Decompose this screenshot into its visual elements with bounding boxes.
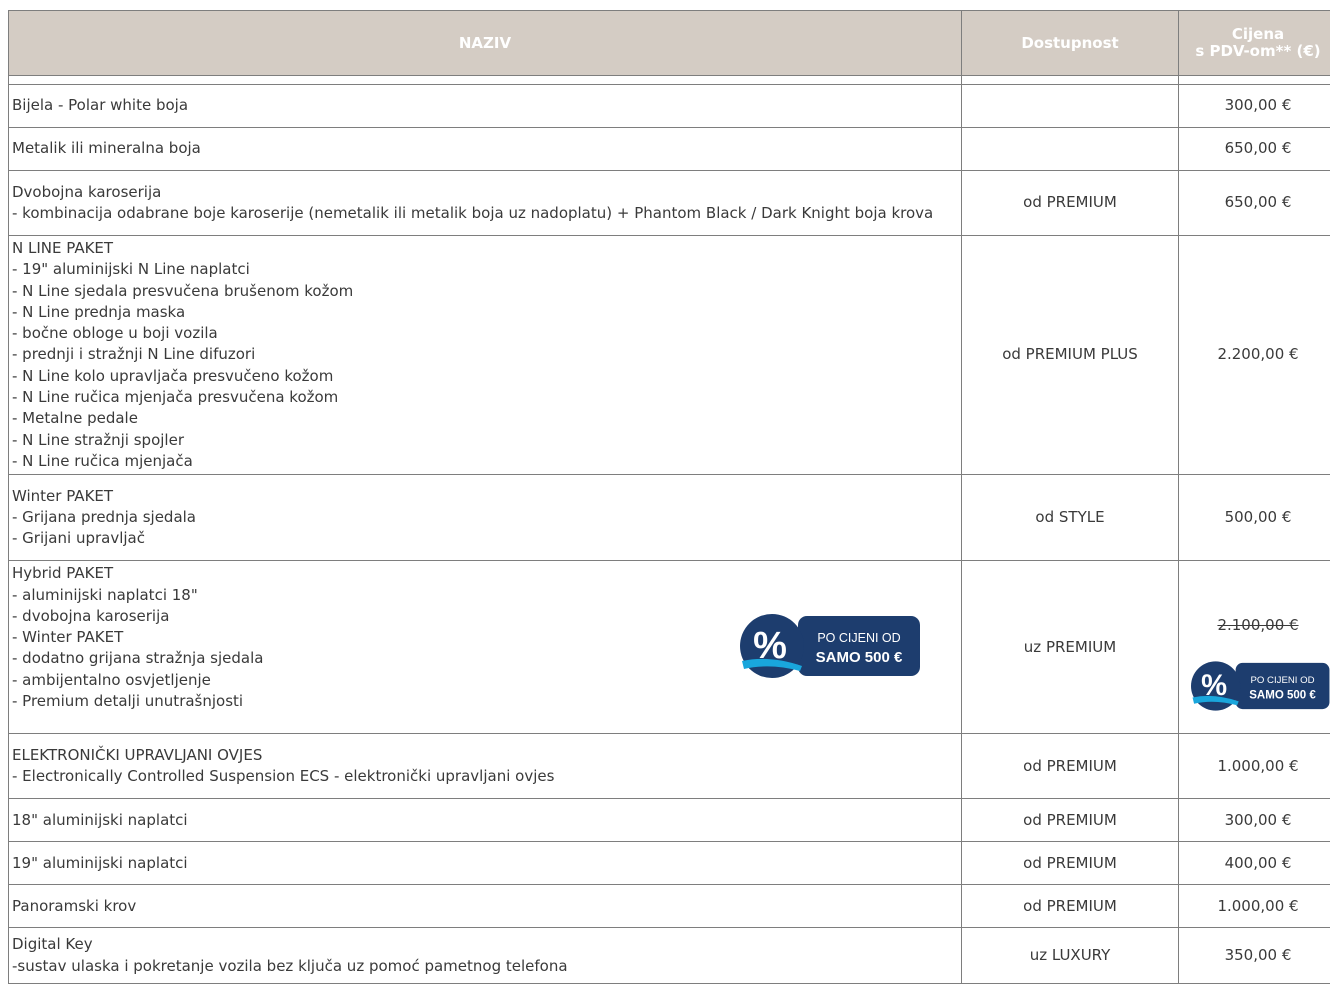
item-name-cell: Hybrid PAKET - aluminijski naplatci 18" - … [8, 560, 962, 735]
item-detail: - N Line sjedala presvučena brušenom kož… [12, 281, 354, 300]
item-title: Winter PAKET [12, 486, 114, 505]
item-name-cell: Digital Key -sustav ulaska i pokretanje v… [8, 927, 962, 985]
item-title: Dvobojna karoserija [12, 182, 162, 201]
header-cijena-line1: Cijena [1231, 25, 1285, 43]
availability-cell: od STYLE [961, 474, 1179, 562]
item-name-cell: Bijela - Polar white boja [8, 84, 962, 128]
header-cijena-line2: s PDV-om** (€) [1195, 42, 1321, 60]
price-cell: 400,00 € [1178, 841, 1330, 886]
price-cell: 300,00 € [1178, 798, 1330, 843]
price-cell: 300,00 € [1178, 84, 1330, 128]
badge-line2: SAMO 500 € [1249, 690, 1316, 702]
item-name-cell: Metalik ili mineralna boja [8, 127, 962, 171]
price-cell: 2.200,00 € [1178, 234, 1330, 476]
price-cell: 2.100,00 € % PO CIJENI OD SAMO 500 € [1178, 560, 1330, 735]
price-cell: 1.000,00 € [1178, 733, 1330, 800]
header-gap-row [8, 75, 1330, 85]
table-row: Winter PAKET - Grijana prednja sjedala - G… [8, 474, 1330, 562]
badge-line2: SAMO 500 € [816, 649, 903, 666]
availability-cell: uz LUXURY [961, 927, 1179, 985]
table-row: Panoramski krov od PREMIUM 1.000,00 € [8, 884, 1330, 929]
item-detail: - N Line stražnji spojler [12, 430, 184, 449]
availability-cell: od PREMIUM [961, 798, 1179, 843]
availability-cell: od PREMIUM PLUS [961, 234, 1179, 476]
item-title: N LINE PAKET [12, 239, 114, 257]
item-detail: - N Line ručica mjenjača presvučena kožo… [12, 388, 339, 407]
item-title: Panoramski krov [12, 896, 137, 915]
item-detail: - aluminijski naplatci 18" [12, 585, 198, 604]
price-cell: 1.000,00 € [1178, 884, 1330, 929]
item-detail: - N Line kolo upravljača presvučeno kožo… [12, 366, 334, 385]
discount-badge: % PO CIJENI OD SAMO 500 € [1191, 661, 1330, 711]
item-title: Hybrid PAKET [12, 564, 114, 583]
item-detail: - N Line prednja maska [12, 302, 186, 321]
percent-icon: % [1201, 670, 1227, 702]
item-detail: - kombinacija odabrane boje karoserije (… [12, 204, 934, 222]
discount-badge: % PO CIJENI OD SAMO 500 € [740, 614, 920, 679]
item-detail: - Premium detalji unutrašnjosti [12, 692, 244, 711]
item-name-cell: Winter PAKET - Grijana prednja sjedala - G… [8, 474, 962, 562]
table-row: Hybrid PAKET - aluminijski naplatci 18" - … [8, 560, 1330, 735]
item-name-cell: ELEKTRONIČKI UPRAVLJANI OVJES - Electroni… [8, 733, 962, 800]
item-detail: - bočne obloge u boji vozila [12, 324, 218, 343]
table-row: Digital Key -sustav ulaska i pokretanje v… [8, 927, 1330, 985]
item-detail: - prednji i stražnji N Line difuzori [12, 345, 256, 364]
price-table: NAZIV Dostupnost Cijena s PDV-om** (€) B… [8, 10, 1330, 985]
price-cell: 500,00 € [1178, 474, 1330, 562]
item-title: Bijela - Polar white boja [12, 96, 189, 115]
price-cell: 350,00 € [1178, 927, 1330, 985]
table-row: Metalik ili mineralna boja 650,00 € [8, 127, 1330, 171]
header-cijena: Cijena s PDV-om** (€) [1178, 10, 1330, 76]
availability-cell: od PREMIUM [961, 884, 1179, 929]
item-detail: -sustav ulaska i pokretanje vozila bez k… [12, 956, 568, 975]
item-title: Digital Key [12, 935, 93, 954]
badge-line1: PO CIJENI OD [1250, 675, 1314, 686]
item-title: ELEKTRONIČKI UPRAVLJANI OVJES [12, 745, 263, 764]
table-row: 19" aluminijski naplatci od PREMIUM 400,00… [8, 841, 1330, 886]
item-name-cell: Panoramski krov [8, 884, 962, 929]
table-row: Bijela - Polar white boja 300,00 € [8, 84, 1330, 128]
item-name-cell: Dvobojna karoserija - kombinacija odabran… [8, 170, 962, 236]
item-title: 19" aluminijski naplatci [12, 853, 188, 872]
table-row: 18" aluminijski naplatci od PREMIUM 300,00… [8, 798, 1330, 843]
availability-cell: od PREMIUM [961, 841, 1179, 886]
table-row: ELEKTRONIČKI UPRAVLJANI OVJES - Electroni… [8, 733, 1330, 800]
item-detail: - Electronically Controlled Suspension E… [12, 767, 555, 786]
item-detail: - N Line ručica mjenjača [12, 451, 193, 470]
availability-cell: od PREMIUM [961, 733, 1179, 800]
badge-line1: PO CIJENI OD [817, 631, 900, 645]
item-detail: - Metalne pedale [12, 409, 138, 428]
price-cell: 650,00 € [1178, 127, 1330, 171]
availability-cell [961, 84, 1179, 128]
item-name-cell: N LINE PAKET - 19" aluminijski N Line nap… [8, 234, 962, 476]
item-detail: - Grijana prednja sjedala [12, 508, 196, 527]
item-name-cell: 19" aluminijski naplatci [8, 841, 962, 886]
table-header-row: NAZIV Dostupnost Cijena s PDV-om** (€) [8, 10, 1330, 76]
availability-cell: od PREMIUM [961, 170, 1179, 236]
item-title: 18" aluminijski naplatci [12, 810, 188, 829]
price-cell: 650,00 € [1178, 170, 1330, 236]
availability-cell: uz PREMIUM [961, 560, 1179, 735]
item-detail: - Grijani upravljač [12, 529, 145, 548]
availability-cell [961, 127, 1179, 171]
item-name-cell: 18" aluminijski naplatci [8, 798, 962, 843]
old-price: 2.100,00 € [1217, 616, 1299, 635]
item-title: Metalik ili mineralna boja [12, 139, 201, 158]
table-row: N LINE PAKET - 19" aluminijski N Line nap… [8, 234, 1330, 476]
header-dostupnost: Dostupnost [961, 10, 1179, 76]
item-detail: - 19" aluminijski N Line naplatci [12, 260, 250, 279]
percent-icon: % [753, 625, 787, 667]
header-naziv: NAZIV [8, 10, 962, 76]
table-row: Dvobojna karoserija - kombinacija odabran… [8, 170, 1330, 236]
